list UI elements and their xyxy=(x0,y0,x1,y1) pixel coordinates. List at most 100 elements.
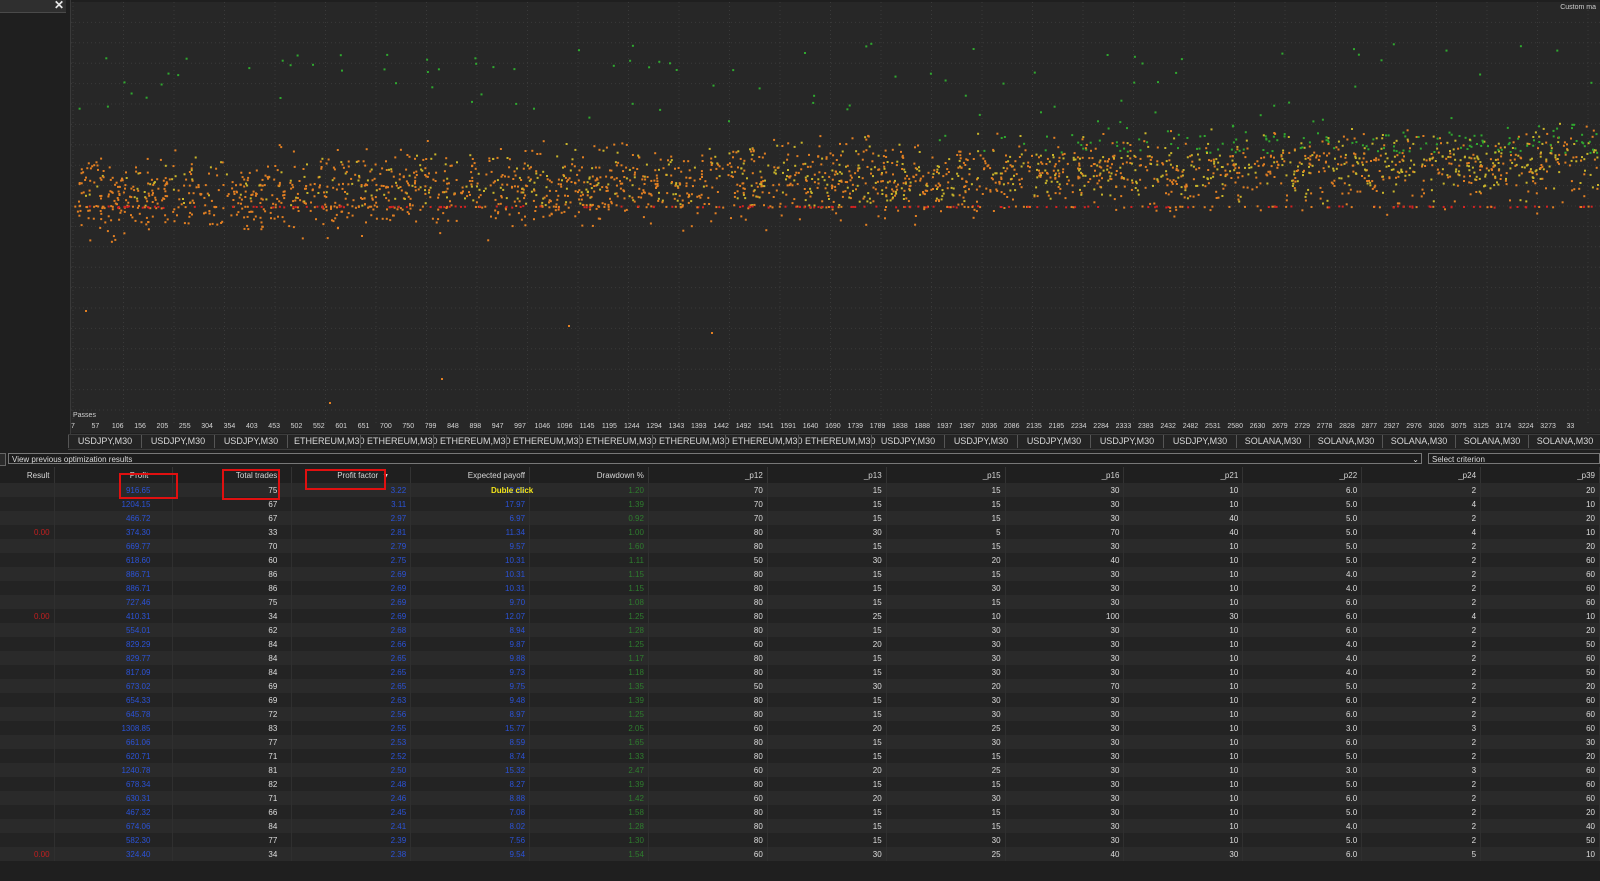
scatter-point xyxy=(1324,161,1327,164)
scatter-point xyxy=(976,200,978,203)
table-row[interactable]: 673.02 69 2.65 9.75 1.35 50 30 20 70 10 5.0 2 20 xyxy=(0,679,1600,693)
table-row[interactable]: 1240.78 81 2.50 15.32 2.47 60 20 25 30 10 3.0 3 60 xyxy=(0,763,1600,777)
scatter-point xyxy=(623,190,626,193)
scatter-point xyxy=(1384,152,1387,155)
table-row[interactable]: 916.65 75 3.22 12.22 1.20 70 15 15 30 10 6.0 2 20 xyxy=(0,483,1600,497)
column-header-expected-payoff[interactable]: Expected payoff xyxy=(410,467,531,483)
scatter-point xyxy=(239,193,242,196)
scatter-point xyxy=(715,206,718,209)
table-row[interactable]: 467.32 66 2.45 7.08 1.58 80 15 15 30 10 5.0 2 20 xyxy=(0,805,1600,819)
scatter-point xyxy=(204,184,207,187)
column-header-profit-factor[interactable]: Profit factor ▼ xyxy=(291,467,412,483)
column-header-p21[interactable]: _p21 xyxy=(1123,467,1244,483)
scatter-point xyxy=(1377,158,1380,161)
column-header-profit[interactable]: Profit xyxy=(54,467,174,483)
table-row[interactable]: 661.06 77 2.53 8.59 1.65 80 15 30 30 10 6.0 2 30 xyxy=(0,735,1600,749)
view-previous-results-select[interactable]: View previous optimization results ⌄ xyxy=(8,453,1422,464)
column-header-p13[interactable]: _p13 xyxy=(767,467,887,483)
table-row[interactable]: 466.72 67 2.97 6.97 0.92 70 15 15 30 40 5.0 2 20 xyxy=(0,511,1600,525)
table-row[interactable]: 674.06 84 2.41 8.02 1.28 80 15 15 30 10 4.0 2 40 xyxy=(0,819,1600,833)
table-row[interactable]: 630.31 71 2.46 8.88 1.42 60 20 30 30 10 6.0 2 60 xyxy=(0,791,1600,805)
close-icon[interactable]: ✕ xyxy=(54,0,64,12)
table-row[interactable]: 1204.15 67 3.11 17.97 1.39 70 15 15 30 10 5.0 4 10 xyxy=(0,497,1600,511)
table-row[interactable]: 886.71 86 2.69 10.31 1.15 80 15 15 30 10 4.0 2 60 xyxy=(0,567,1600,581)
table-row[interactable]: 817.09 84 2.65 9.73 1.18 80 15 30 30 10 4.0 2 50 xyxy=(0,665,1600,679)
scatter-point xyxy=(1130,162,1133,165)
scatter-point xyxy=(1131,179,1134,182)
table-row[interactable]: 0.00 374.30 33 2.81 11.34 1.00 80 30 5 70 40 5.0 4 10 xyxy=(0,525,1600,539)
scatter-point xyxy=(926,185,929,188)
table-cell: 30 xyxy=(1005,483,1125,497)
column-header-drawdown[interactable]: Drawdown % xyxy=(529,467,649,483)
scatter-point xyxy=(1248,163,1250,166)
table-row[interactable]: 654.33 69 2.63 9.48 1.39 80 15 30 30 10 6.0 2 60 xyxy=(0,693,1600,707)
select-criterion-dropdown[interactable]: Select criterion xyxy=(1428,453,1600,464)
table-row[interactable]: 678.34 82 2.48 8.27 1.39 80 15 15 30 10 5.0 2 60 xyxy=(0,777,1600,791)
scatter-point xyxy=(1102,133,1105,135)
column-header-p16[interactable]: _p16 xyxy=(1005,467,1125,483)
scatter-point xyxy=(385,217,388,220)
scatter-point xyxy=(1098,139,1101,142)
table-row[interactable]: 886.71 86 2.69 10.31 1.15 80 15 30 30 10 4.0 2 60 xyxy=(0,581,1600,595)
x-tick-label: 552 xyxy=(313,423,325,430)
table-cell: 60 xyxy=(172,553,293,567)
scatter-point xyxy=(1525,181,1528,184)
scatter-point xyxy=(685,185,688,188)
scatter-point xyxy=(914,146,916,149)
optimization-scatter-plot[interactable]: Custom ma xyxy=(71,2,1600,433)
table-row[interactable]: 669.77 70 2.79 9.57 1.60 80 15 15 30 10 5.0 2 20 xyxy=(0,539,1600,553)
scatter-point xyxy=(243,227,246,230)
scatter-point xyxy=(1294,180,1297,183)
scatter-point xyxy=(1439,137,1441,140)
scatter-point xyxy=(337,183,340,186)
scatter-point xyxy=(465,185,468,188)
scatter-point xyxy=(496,179,499,182)
table-row[interactable]: 727.46 75 2.69 9.70 1.08 80 15 15 30 10 6.0 2 60 xyxy=(0,595,1600,609)
scatter-point xyxy=(1412,142,1415,145)
scatter-point xyxy=(548,206,551,209)
scatter-point xyxy=(105,57,108,60)
scatter-point xyxy=(267,165,269,168)
scatter-point xyxy=(763,204,765,207)
table-cell: 1.08 xyxy=(529,595,649,609)
table-row[interactable]: 829.29 84 2.66 9.87 1.25 60 20 30 30 10 4.0 2 50 xyxy=(0,637,1600,651)
scatter-point xyxy=(148,194,151,197)
table-row[interactable]: 554.01 62 2.68 8.94 1.28 80 15 30 30 10 6.0 2 20 xyxy=(0,623,1600,637)
table-row[interactable]: 829.77 84 2.65 9.88 1.17 80 15 30 30 10 4.0 2 60 xyxy=(0,651,1600,665)
scatter-point xyxy=(922,175,925,178)
scatter-point xyxy=(197,186,200,189)
table-row[interactable]: 645.78 72 2.56 8.97 1.25 80 15 30 30 10 6.0 2 60 xyxy=(0,707,1600,721)
column-header-total-trades[interactable]: Total trades xyxy=(172,467,293,483)
table-cell: 15 xyxy=(767,665,887,679)
scatter-point xyxy=(95,161,98,164)
column-header-result[interactable]: Result xyxy=(0,467,55,483)
column-header-p12[interactable]: _p12 xyxy=(648,467,768,483)
scatter-point xyxy=(319,184,321,187)
table-cell: 84 xyxy=(172,665,293,679)
scatter-point xyxy=(339,54,342,57)
scatter-point xyxy=(846,108,849,111)
scatter-point xyxy=(1046,157,1049,160)
column-header-p39[interactable]: _p39 xyxy=(1480,467,1600,483)
scatter-point xyxy=(80,224,83,227)
table-row[interactable]: 0.00 324.40 34 2.38 9.54 1.54 60 30 25 40 30 6.0 5 10 xyxy=(0,847,1600,861)
table-row[interactable]: 1308.85 83 2.55 15.77 2.05 60 20 25 30 10 3.0 3 60 xyxy=(0,721,1600,735)
column-header-p15[interactable]: _p15 xyxy=(886,467,1006,483)
panel-toggle-button[interactable] xyxy=(0,453,6,466)
table-row[interactable]: 0.00 410.31 34 2.69 12.07 1.25 80 25 10 100 30 6.0 4… xyxy=(0,609,1600,623)
x-tick-label: 3224 xyxy=(1517,423,1534,430)
column-header-p22[interactable]: _p22 xyxy=(1242,467,1363,483)
table-row[interactable]: 620.71 71 2.52 8.74 1.33 80 15 15 30 10 5.0 2 20 xyxy=(0,749,1600,763)
scatter-point xyxy=(513,185,516,188)
scatter-point xyxy=(826,191,829,194)
scatter-point xyxy=(1382,175,1384,178)
scatter-point xyxy=(357,205,360,208)
x-tick-label: 2036 xyxy=(981,423,998,430)
table-row[interactable]: 618.60 60 2.75 10.31 1.11 50 30 20 40 10 5.0 2 60 xyxy=(0,553,1600,567)
table-row[interactable]: 582.30 77 2.39 7.56 1.30 80 15 30 30 10 5.0 2 50 xyxy=(0,833,1600,847)
column-header-p24[interactable]: _p24 xyxy=(1361,467,1482,483)
scatter-point xyxy=(1408,174,1411,177)
table-cell: 2 xyxy=(1361,735,1482,749)
scatter-point xyxy=(1186,156,1189,159)
scatter-point xyxy=(226,195,229,197)
